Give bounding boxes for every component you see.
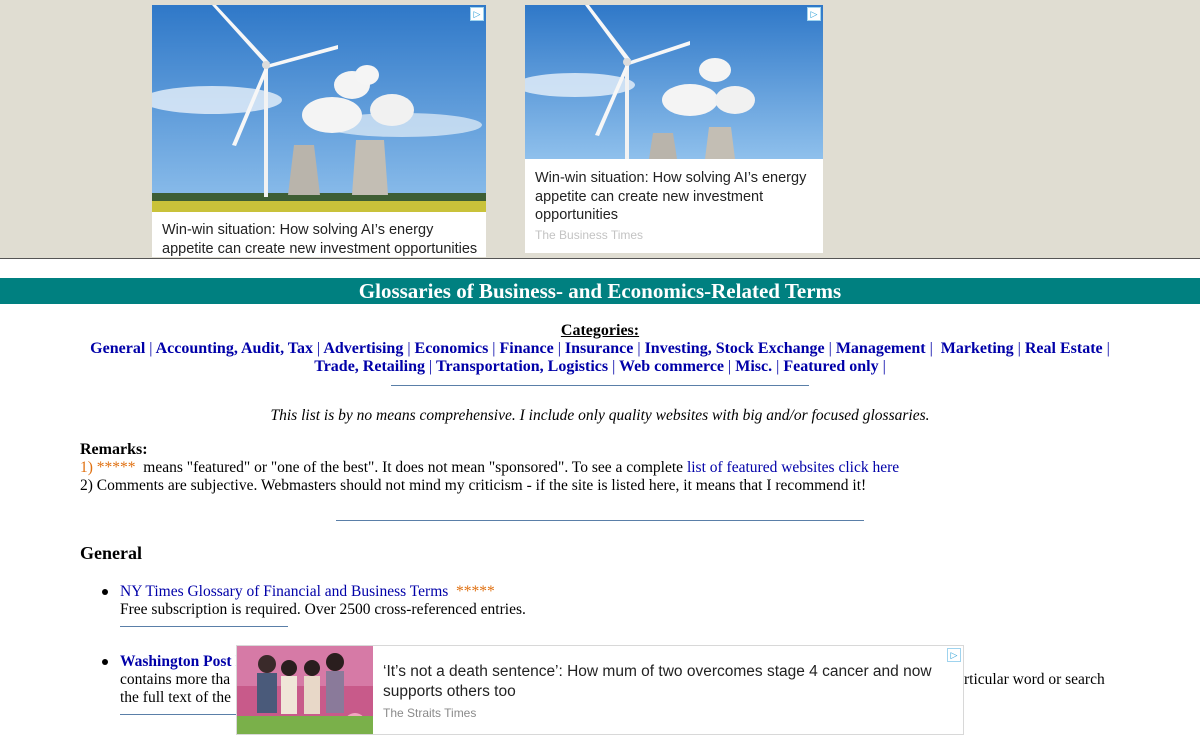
list-bullet	[102, 659, 108, 665]
category-link-featured[interactable]: Featured only	[783, 358, 878, 375]
category-link-transportation[interactable]: Transportation, Logistics	[436, 358, 608, 375]
remarks-heading: Remarks:	[80, 441, 148, 458]
ad-source: The Business Times	[535, 228, 644, 242]
glossary-link-nytimes[interactable]: NY Times Glossary of Financial and Busin…	[120, 583, 448, 600]
category-link-insurance[interactable]: Insurance	[565, 340, 633, 357]
list-item-title: NY Times Glossary of Financial and Busin…	[120, 583, 495, 601]
ad-source: The Straits Times	[383, 706, 477, 720]
ad-caption[interactable]: Win-win situation: How solving AI’s ener…	[535, 169, 815, 225]
category-link-economics[interactable]: Economics	[415, 340, 489, 357]
category-link-web-commerce[interactable]: Web commerce	[619, 358, 724, 375]
category-link-trade[interactable]: Trade, Retailing	[314, 358, 425, 375]
featured-stars: *****	[456, 583, 495, 600]
wind-turbine-ad-image[interactable]	[525, 5, 823, 159]
category-link-advertising[interactable]: Advertising	[323, 340, 403, 357]
ad-card-2[interactable]: Win-win situation: How solving AI’s ener…	[525, 5, 823, 253]
divider	[336, 520, 864, 521]
adchoices-icon[interactable]: ▷	[947, 648, 961, 662]
adchoices-icon[interactable]: ▷	[807, 7, 821, 21]
list-item-desc: Free subscription is required. Over 2500…	[120, 601, 526, 618]
wind-turbine-ad-image[interactable]	[152, 5, 486, 212]
remark-1: 1) ***** means "featured" or "one of the…	[80, 459, 899, 477]
divider	[391, 385, 809, 386]
category-link-investing[interactable]: Investing, Stock Exchange	[645, 340, 825, 357]
category-link-finance[interactable]: Finance	[500, 340, 554, 357]
categories-heading: Categories:	[560, 322, 640, 339]
categories-nav: General | Accounting, Audit, Tax | Adver…	[90, 340, 1110, 375]
category-link-general[interactable]: General	[90, 340, 145, 357]
glossary-link-washington-post[interactable]: Washington Post I	[120, 653, 241, 670]
list-item-desc: rticular word or search	[964, 671, 1105, 688]
adchoices-icon[interactable]: ▷	[470, 7, 484, 21]
ad-caption[interactable]: Win-win situation: How solving AI’s ener…	[162, 221, 478, 257]
list-item-title: Washington Post I	[120, 653, 241, 671]
page-title: Glossaries of Business- and Economics-Re…	[0, 278, 1200, 304]
remark-2: 2) Comments are subjective. Webmasters s…	[80, 477, 867, 494]
featured-list-link[interactable]: list of featured websites click here	[687, 459, 899, 476]
category-link-marketing[interactable]: Marketing	[941, 340, 1014, 357]
ad-headline[interactable]: ‘It’s not a death sentence’: How mum of …	[383, 662, 958, 702]
remark-1-text: means "featured" or "one of the best". I…	[143, 459, 684, 476]
category-link-misc[interactable]: Misc.	[735, 358, 772, 375]
intro-text: This list is by no means comprehensive. …	[270, 407, 930, 424]
bottom-ad[interactable]: ‘It’s not a death sentence’: How mum of …	[236, 645, 964, 735]
list-bullet	[102, 589, 108, 595]
ad-card-1[interactable]: Win-win situation: How solving AI’s ener…	[152, 5, 486, 257]
ad-photo[interactable]	[237, 646, 373, 734]
list-item-desc: the full text of the	[120, 689, 232, 706]
section-heading-general: General	[80, 543, 142, 563]
top-ad-banner[interactable]: Win-win situation: How solving AI’s ener…	[0, 0, 1200, 259]
divider	[120, 626, 288, 627]
category-link-accounting[interactable]: Accounting, Audit, Tax	[156, 340, 313, 357]
category-link-management[interactable]: Management	[836, 340, 926, 357]
list-item-desc: contains more tha	[120, 671, 231, 688]
featured-stars: 1) *****	[80, 459, 136, 476]
category-link-real-estate[interactable]: Real Estate	[1025, 340, 1103, 357]
